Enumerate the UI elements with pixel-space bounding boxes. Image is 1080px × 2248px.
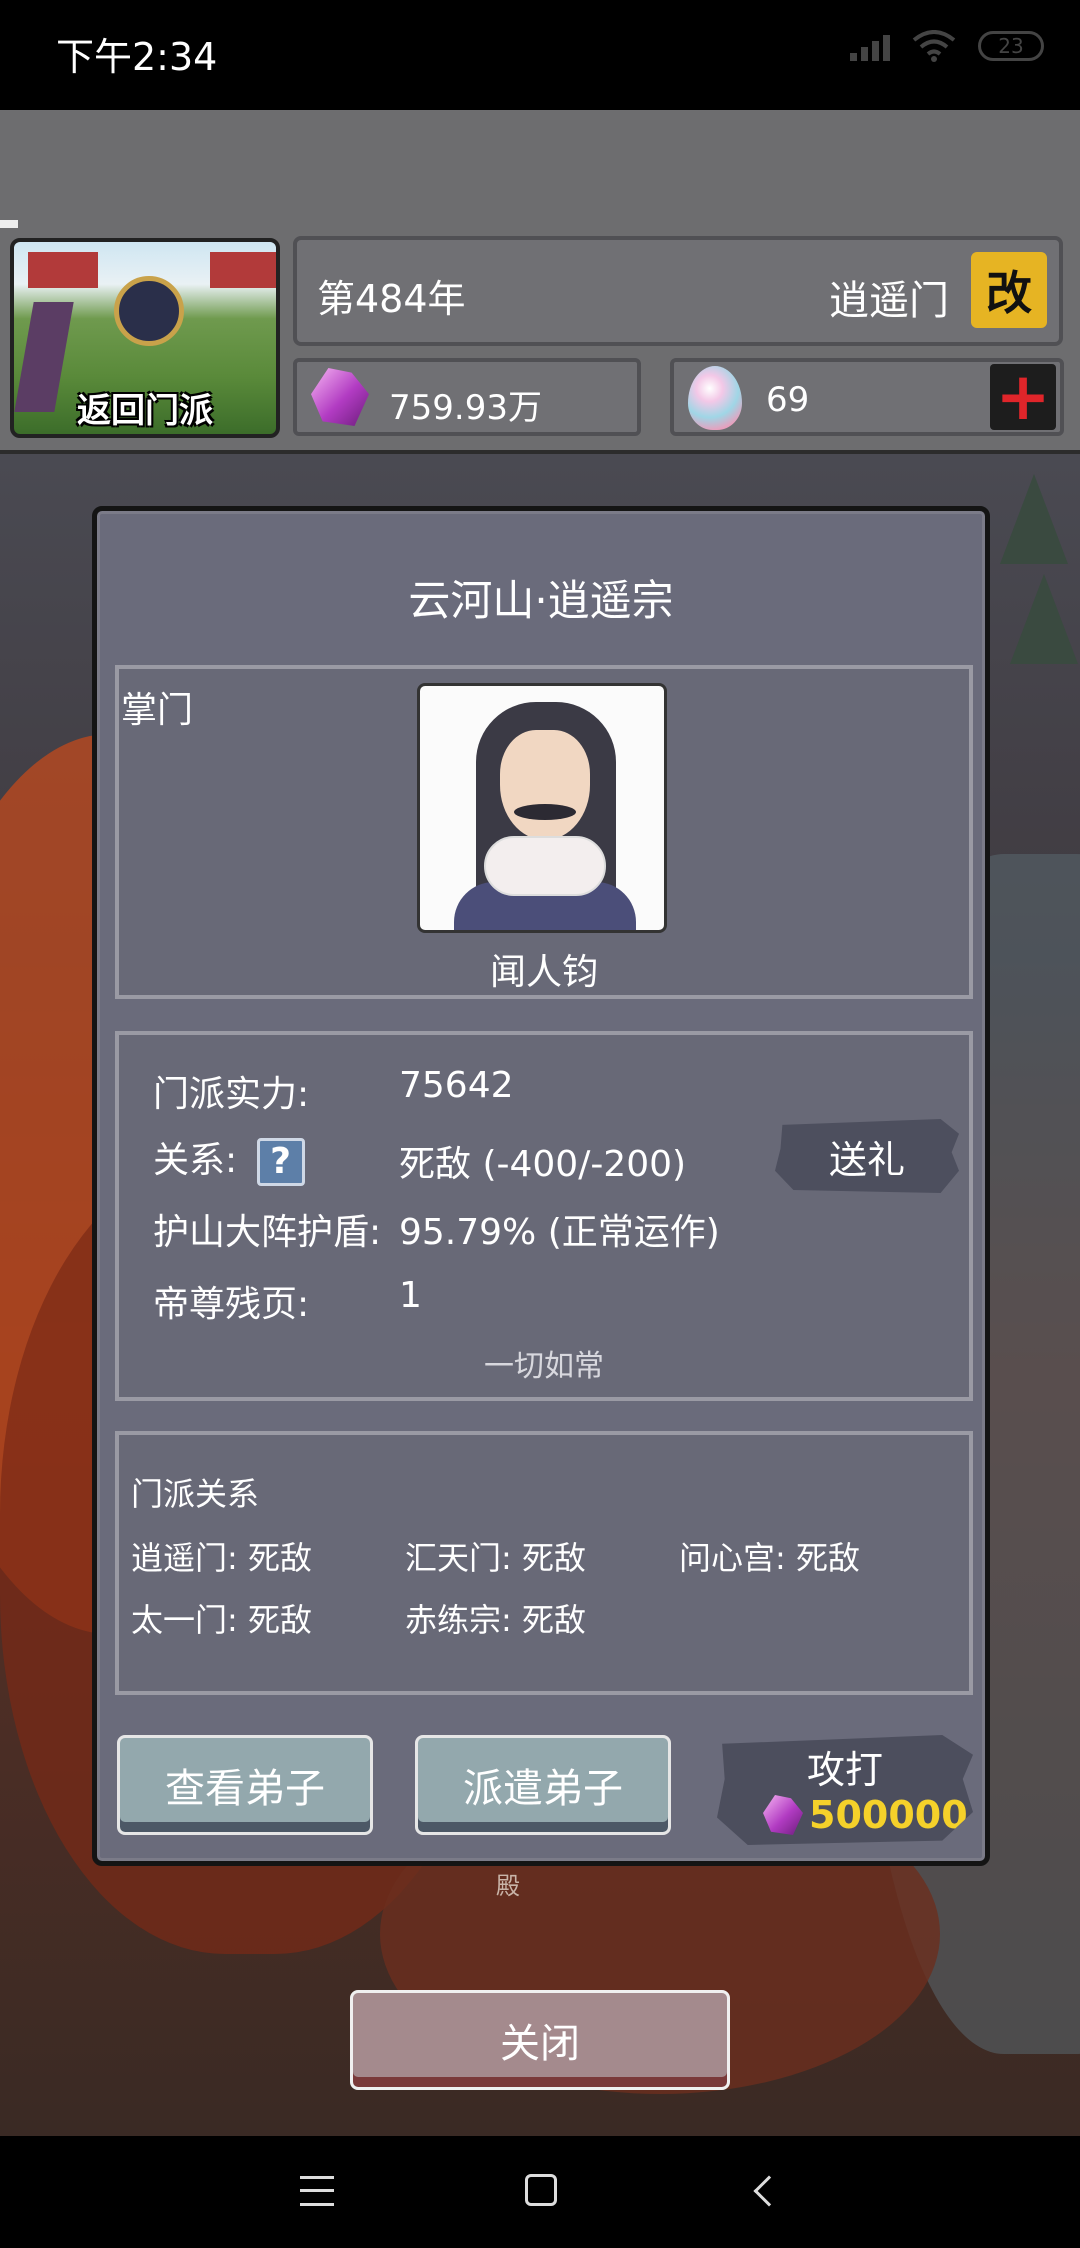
navigation-bar xyxy=(0,2136,1080,2248)
year-text: 第484年 xyxy=(317,277,466,321)
spirit-stone-counter: 759.93万 xyxy=(293,358,641,436)
sect-name: 逍遥门 xyxy=(829,278,949,324)
relation-value: 死敌 (-400/-200) xyxy=(399,1144,687,1185)
shield-value: 95.79% (正常运作) xyxy=(399,1212,720,1253)
egg-value: 69 xyxy=(766,380,810,420)
sect-info-dialog: 云河山·逍遥宗 掌门 闻人钧 门派实力: 75642 关系: ? 死敌 (-40… xyxy=(92,506,990,1866)
relation-item: 汇天门: 死敌 xyxy=(405,1539,586,1577)
status-icons: 23 xyxy=(850,30,1044,62)
attack-cost: 500000 xyxy=(809,1793,968,1837)
view-disciples-button[interactable]: 查看弟子 xyxy=(117,1735,373,1835)
attack-label: 攻打 xyxy=(806,1748,883,1792)
attack-button[interactable]: 攻打 500000 xyxy=(717,1735,973,1845)
spirit-crystal-icon xyxy=(763,1795,803,1835)
wifi-icon xyxy=(912,30,956,62)
power-value: 75642 xyxy=(399,1065,514,1106)
sect-stats-panel: 门派实力: 75642 关系: ? 死敌 (-400/-200) 送礼 护山大阵… xyxy=(115,1031,973,1401)
leader-name: 闻人钧 xyxy=(489,952,598,993)
add-button[interactable]: + xyxy=(990,364,1056,430)
dispatch-disciples-button[interactable]: 派遣弟子 xyxy=(415,1735,671,1835)
return-label: 返回门派 xyxy=(77,391,213,431)
hall-label: 殿 xyxy=(496,1872,520,1900)
relation-item: 逍遥门: 死敌 xyxy=(131,1539,312,1577)
spirit-stone-value: 759.93万 xyxy=(389,388,542,428)
relation-item: 赤练宗: 死敌 xyxy=(405,1601,586,1639)
portrait-face xyxy=(500,730,590,840)
status-text: 一切如常 xyxy=(484,1349,604,1384)
tree-icon xyxy=(1010,574,1078,664)
pages-label: 帝尊残页: xyxy=(153,1284,310,1325)
spirit-crystal-icon xyxy=(311,368,369,426)
dialog-title: 云河山·逍遥宗 xyxy=(408,576,674,625)
close-button[interactable]: 关闭 xyxy=(350,1990,730,2090)
return-to-sect-button[interactable]: 返回门派 xyxy=(10,238,280,438)
leader-label: 掌门 xyxy=(121,690,194,731)
shield-label: 护山大阵护盾: xyxy=(153,1212,382,1253)
edge-marker xyxy=(0,220,18,228)
building-roof-icon xyxy=(28,252,98,288)
relation-item: 太一门: 死敌 xyxy=(131,1601,312,1639)
gift-button[interactable]: 送礼 xyxy=(775,1119,959,1193)
tree-icon xyxy=(1000,474,1068,564)
menu-icon[interactable] xyxy=(300,2176,334,2206)
status-bar: 下午2:34 23 xyxy=(0,0,1080,110)
leader-portrait[interactable] xyxy=(417,683,667,933)
back-icon[interactable] xyxy=(753,2175,785,2207)
relation-label: 关系: xyxy=(153,1140,238,1181)
signal-icon xyxy=(850,31,890,61)
home-icon[interactable] xyxy=(525,2174,557,2206)
pages-value: 1 xyxy=(399,1275,422,1316)
portrait-mustache xyxy=(514,804,576,820)
egg-icon xyxy=(688,366,742,430)
power-label: 门派实力: xyxy=(153,1074,310,1115)
relation-row: 关系: ? xyxy=(153,1131,305,1186)
year-box: 第484年 逍遥门 改 xyxy=(293,236,1063,346)
battery-icon: 23 xyxy=(978,31,1044,61)
relations-panel: 门派关系 逍遥门: 死敌 汇天门: 死敌 问心宫: 死敌 太一门: 死敌 赤练宗… xyxy=(115,1431,973,1695)
rename-button[interactable]: 改 xyxy=(971,252,1047,328)
leader-panel: 掌门 闻人钧 xyxy=(115,665,973,999)
help-icon[interactable]: ? xyxy=(256,1138,305,1186)
relation-item: 问心宫: 死敌 xyxy=(679,1539,860,1577)
portrait-scarf xyxy=(484,836,606,896)
relations-title: 门派关系 xyxy=(131,1475,260,1513)
sect-emblem-icon xyxy=(114,276,184,346)
status-time: 下午2:34 xyxy=(56,35,218,79)
egg-counter: 69 + xyxy=(670,358,1064,436)
building-roof-icon xyxy=(210,252,276,288)
